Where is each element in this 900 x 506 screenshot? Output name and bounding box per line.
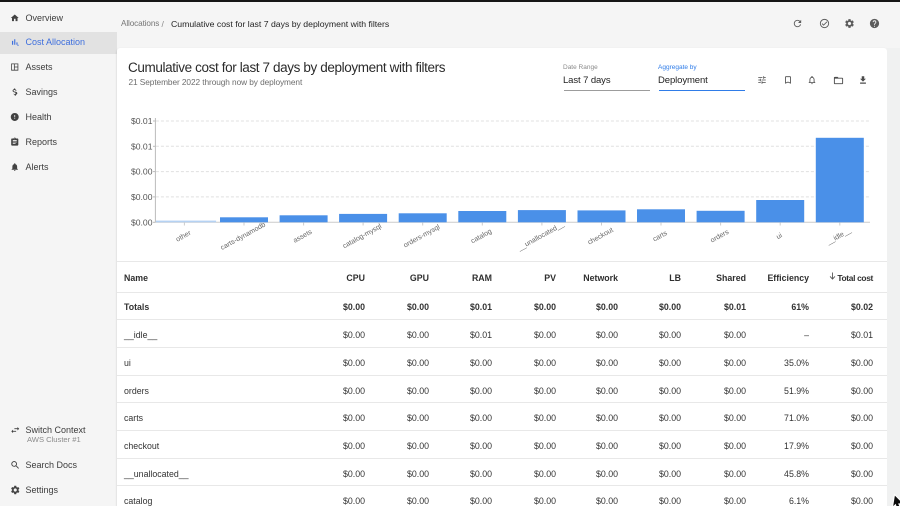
svg-text:$0.01: $0.01 [131,141,153,151]
svg-text:other: other [175,229,193,243]
svg-text:checkout: checkout [587,227,615,247]
svg-text:catalog: catalog [470,228,493,245]
svg-text:assets: assets [292,228,314,244]
svg-text:$0.00: $0.00 [131,217,153,227]
svg-text:catalog-mysql: catalog-mysql [342,223,384,250]
svg-text:$0.01: $0.01 [131,116,153,126]
svg-text:carts-dynamodb: carts-dynamodb [220,221,267,252]
svg-text:ui: ui [775,232,784,241]
svg-text:orders-mysql: orders-mysql [403,224,442,250]
svg-text:__idle__: __idle__ [825,227,853,246]
svg-text:$0.00: $0.00 [131,192,153,202]
svg-text:carts: carts [652,230,669,244]
svg-text:$0.00: $0.00 [131,167,153,177]
svg-text:orders: orders [709,229,730,245]
svg-text:__unallocated__: __unallocated__ [516,221,565,253]
